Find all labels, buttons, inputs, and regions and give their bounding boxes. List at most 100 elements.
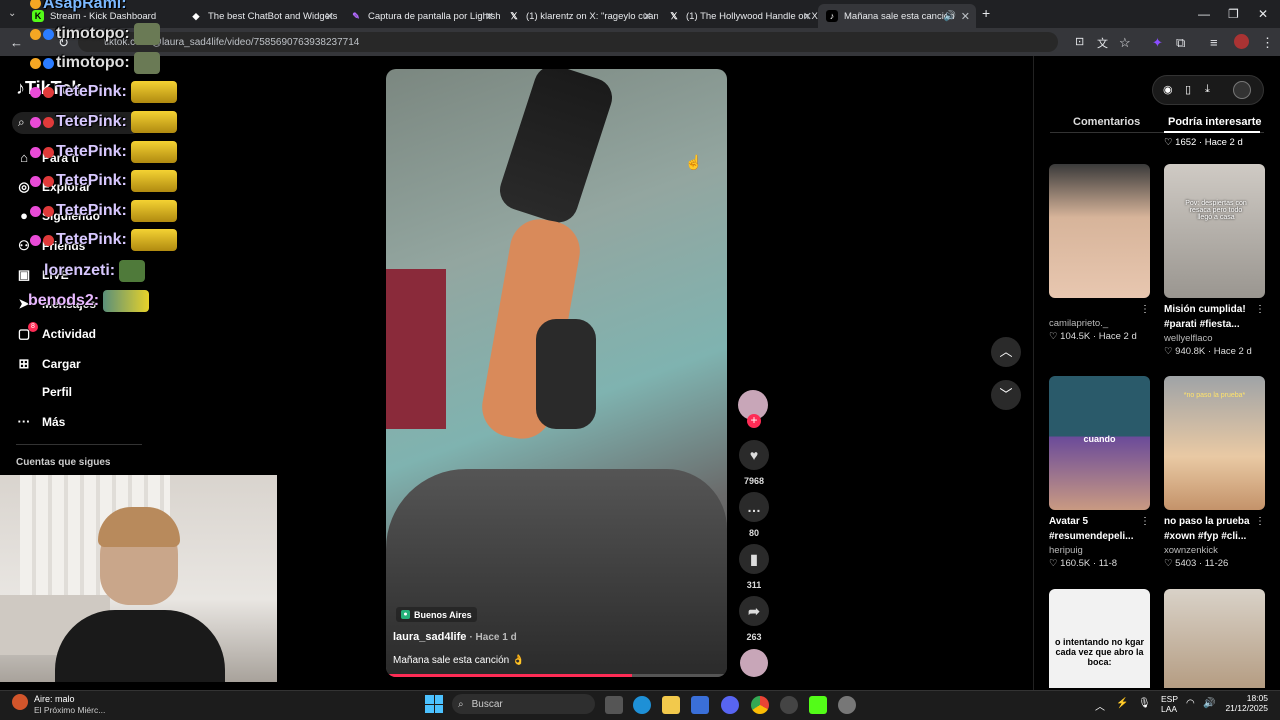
- card-author[interactable]: camilaprieto._: [1049, 318, 1150, 329]
- sidebar-item-mas[interactable]: ··· Más: [16, 414, 66, 429]
- menu-dots-icon[interactable]: ⋮: [1261, 35, 1274, 51]
- streamer-body-image: [55, 610, 225, 682]
- minimize-icon[interactable]: —: [1198, 7, 1210, 21]
- tab-chatbot[interactable]: ◆ The best ChatBot and Widgets ✕: [182, 4, 340, 28]
- close-icon[interactable]: ✕: [961, 10, 970, 23]
- puzzle-icon[interactable]: ⧉: [1176, 35, 1185, 51]
- thumbnail-text: o intentando no kgar cada vez que abro l…: [1055, 637, 1144, 667]
- mod-badge-icon: [43, 234, 54, 246]
- taskbar-search[interactable]: ⌕ Buscar: [452, 694, 595, 714]
- save-button[interactable]: ▮ 311: [738, 544, 770, 590]
- translate-icon[interactable]: 文: [1097, 35, 1108, 51]
- windows-start-icon[interactable]: [425, 695, 443, 713]
- sidebar-item-cargar[interactable]: ⊞ Cargar: [16, 356, 81, 372]
- video-thumbnail: Pov: despiertas con resaca pero todo lle…: [1164, 164, 1265, 298]
- user-avatar[interactable]: [1233, 81, 1251, 99]
- minion-emote-image: [130, 229, 177, 251]
- tab-tiktok-active[interactable]: ♪ Mañana sale esta canción 🔊 ✕: [818, 4, 976, 28]
- media-control-icon[interactable]: ≡: [1210, 35, 1218, 50]
- thumbnail-text: cuando: [1083, 434, 1116, 444]
- recommended-card[interactable]: *no paso la prueba* no paso la prueba #x…: [1164, 376, 1265, 569]
- wall-image: [386, 269, 446, 429]
- video-thumbnail: *no paso la prueba*: [1164, 376, 1265, 510]
- address-bar: tiktok.com/@laura_sad4life/video/7585690…: [0, 28, 1280, 56]
- task-view-icon[interactable]: [605, 696, 623, 714]
- diamond-icon: ◆: [192, 10, 200, 21]
- discord-icon[interactable]: [721, 696, 739, 714]
- music-disc-avatar[interactable]: [740, 649, 768, 677]
- next-video-button[interactable]: ﹀: [991, 380, 1021, 410]
- video-player[interactable]: ● Buenos Aires laura_sad4life · Hace 1 d…: [386, 69, 727, 677]
- sidebar-item-perfil[interactable]: Perfil: [16, 385, 72, 399]
- tab-podria-interesarte[interactable]: Podría interesarte: [1168, 116, 1262, 128]
- weather-icon[interactable]: [12, 694, 28, 710]
- wifi-icon[interactable]: ◠: [1186, 698, 1195, 709]
- recommended-card[interactable]: Pov: despiertas con resaca pero todo lle…: [1164, 164, 1265, 357]
- progress-track[interactable]: [386, 674, 727, 677]
- card-author[interactable]: heripuig: [1049, 545, 1150, 556]
- thumbnail-text: *no paso la prueba*: [1183, 392, 1246, 399]
- close-icon[interactable]: ✕: [643, 10, 652, 23]
- volume-icon[interactable]: 🔊: [1203, 698, 1215, 709]
- more-dots-icon[interactable]: ⋮: [1255, 304, 1265, 315]
- store-icon[interactable]: [691, 696, 709, 714]
- minion-emote-image: [130, 141, 177, 163]
- close-icon[interactable]: ✕: [485, 10, 494, 23]
- chat-message: timotopo:: [30, 23, 160, 45]
- chrome-icon[interactable]: [751, 696, 769, 714]
- close-icon[interactable]: ✕: [803, 10, 812, 23]
- extension-icon[interactable]: ✦: [1152, 35, 1163, 51]
- tab-x-klarentz[interactable]: 𝕏 (1) klarentz on X: "rageylo cuan ✕: [500, 4, 658, 28]
- install-icon[interactable]: ⊡: [1075, 35, 1084, 48]
- location-tag[interactable]: ● Buenos Aires: [396, 607, 477, 622]
- settings-icon[interactable]: [838, 696, 856, 714]
- tray-chevron-icon[interactable]: ︿: [1095, 698, 1105, 713]
- speaker-icon[interactable]: 🔊: [944, 11, 956, 22]
- card-title[interactable]: Misión cumplida! #parati #fiesta...: [1164, 302, 1265, 332]
- card-author[interactable]: wellyelflaco: [1164, 333, 1265, 344]
- close-window-icon[interactable]: ✕: [1258, 7, 1268, 21]
- more-dots-icon[interactable]: ⋮: [1140, 516, 1150, 527]
- card-title[interactable]: Avatar 5 #resumendepeli...: [1049, 514, 1150, 544]
- kick-icon[interactable]: [809, 696, 827, 714]
- profile-avatar[interactable]: [1234, 34, 1249, 49]
- weather-title[interactable]: Aire: malo: [34, 694, 75, 704]
- close-icon[interactable]: ✕: [325, 10, 334, 23]
- comment-button[interactable]: … 80: [738, 492, 770, 538]
- recommended-card[interactable]: cuando Avatar 5 #resumendepeli... heripu…: [1049, 376, 1150, 569]
- file-explorer-icon[interactable]: [662, 696, 680, 714]
- coin-icon[interactable]: ◉: [1163, 83, 1173, 96]
- url-field[interactable]: tiktok.com/@laura_sad4life/video/7585690…: [78, 32, 1058, 52]
- more-dots-icon[interactable]: ⋮: [1255, 516, 1265, 527]
- card-title[interactable]: no paso la prueba #xown #fyp #cli...: [1164, 514, 1265, 544]
- back-icon[interactable]: ←: [10, 35, 23, 50]
- tab-search-icon[interactable]: ⌄: [8, 8, 16, 19]
- follow-plus-icon[interactable]: +: [747, 414, 761, 428]
- recommended-card[interactable]: o intentando no kgar cada vez que abro l…: [1049, 589, 1150, 688]
- more-dots-icon[interactable]: ⋮: [1140, 304, 1150, 315]
- sub-badge-icon: [30, 0, 41, 10]
- like-button[interactable]: ♥ 7968: [738, 440, 770, 486]
- clock[interactable]: 18:05 21/12/2025: [1222, 693, 1268, 713]
- obs-icon[interactable]: [780, 696, 798, 714]
- recommended-card[interactable]: [1164, 589, 1265, 688]
- microphone-icon[interactable]: 🎙: [1138, 698, 1151, 709]
- download-icon[interactable]: ⤓: [1205, 83, 1210, 96]
- tab-comentarios[interactable]: Comentarios: [1073, 116, 1140, 128]
- new-tab-icon[interactable]: +: [982, 5, 990, 21]
- recommended-card[interactable]: camilaprieto._ ♡ 104.5K · Hace 2 d ⋮: [1049, 164, 1150, 342]
- tab-lightshot[interactable]: ✎ Captura de pantalla por Lightsh ✕: [342, 4, 500, 28]
- skirt-image: [386, 469, 727, 677]
- language-indicator[interactable]: ESP LAA: [1161, 694, 1178, 714]
- device-icon[interactable]: ▯: [1185, 83, 1191, 96]
- restore-icon[interactable]: ❐: [1228, 7, 1239, 21]
- previous-video-button[interactable]: ︿: [991, 337, 1021, 367]
- network-icon[interactable]: ⚡: [1116, 698, 1128, 709]
- star-icon[interactable]: ☆: [1119, 35, 1131, 51]
- gift-badge-icon: [43, 28, 54, 40]
- video-author[interactable]: laura_sad4life: [393, 631, 466, 643]
- tab-x-hollywood[interactable]: 𝕏 (1) The Hollywood Handle on X ✕: [660, 4, 818, 28]
- share-button[interactable]: ➦ 263: [738, 596, 770, 642]
- card-author[interactable]: xownzenkick: [1164, 545, 1265, 556]
- edge-icon[interactable]: [633, 696, 651, 714]
